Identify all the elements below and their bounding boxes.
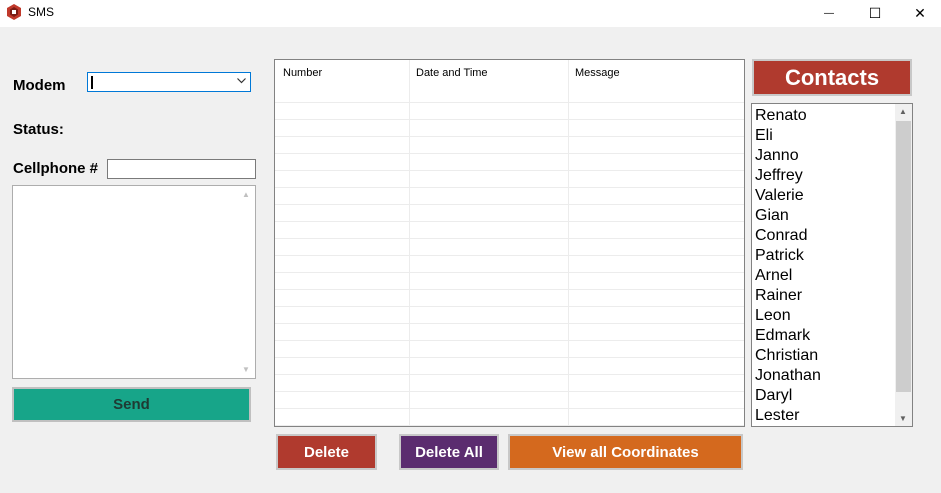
- sms-app-icon: [7, 4, 21, 20]
- contacts-button[interactable]: Contacts: [752, 59, 912, 96]
- contact-item[interactable]: Lester: [755, 406, 821, 426]
- grid-row-divider: [275, 255, 744, 256]
- chevron-down-icon[interactable]: [237, 78, 246, 84]
- delete-all-button[interactable]: Delete All: [399, 434, 499, 470]
- scroll-thumb[interactable]: [896, 121, 911, 392]
- minimize-icon: —: [824, 8, 834, 19]
- grid-row-divider: [275, 391, 744, 392]
- modem-select[interactable]: [87, 72, 251, 92]
- contact-item[interactable]: Arnel: [755, 266, 821, 286]
- contact-item[interactable]: Gian: [755, 206, 821, 226]
- grid-row-divider: [275, 136, 744, 137]
- grid-row-divider: [275, 153, 744, 154]
- status-label: Status:: [13, 121, 64, 138]
- contact-item[interactable]: Valerie: [755, 186, 821, 206]
- view-all-coordinates-button[interactable]: View all Coordinates: [508, 434, 743, 470]
- contacts-scrollbar[interactable]: ▲ ▼: [895, 104, 912, 426]
- scroll-up-icon[interactable]: ▲: [899, 107, 907, 116]
- contact-item[interactable]: Jonathan: [755, 366, 821, 386]
- grid-row-divider: [275, 289, 744, 290]
- grid-row-divider: [275, 102, 744, 103]
- contacts-list: Renato Eli Janno Jeffrey Valerie Gian Conrad Pa…: [755, 106, 821, 426]
- contact-item[interactable]: Leon: [755, 306, 821, 326]
- close-icon: ✕: [914, 5, 926, 21]
- modem-label: Modem: [13, 77, 66, 94]
- grid-row-divider: [275, 306, 744, 307]
- window-title: SMS: [28, 5, 55, 19]
- contact-item[interactable]: Conrad: [755, 226, 821, 246]
- grid-row-divider: [275, 357, 744, 358]
- column-divider: [409, 60, 410, 426]
- column-header-message[interactable]: Message: [575, 67, 620, 79]
- minimize-button[interactable]: —: [806, 0, 852, 27]
- cellphone-input[interactable]: [107, 159, 256, 179]
- send-button[interactable]: Send: [12, 387, 251, 422]
- grid-row-divider: [275, 340, 744, 341]
- message-scrollbar[interactable]: ▲ ▼: [238, 186, 255, 378]
- delete-button[interactable]: Delete: [276, 434, 377, 470]
- column-header-number[interactable]: Number: [283, 67, 322, 79]
- grid-row-divider: [275, 374, 744, 375]
- text-caret: [91, 76, 93, 89]
- grid-row-divider: [275, 323, 744, 324]
- close-button[interactable]: ✕: [897, 0, 941, 27]
- cellphone-label: Cellphone #: [13, 160, 99, 177]
- title-bar: SMS — ☐ ✕: [0, 0, 941, 27]
- contact-item[interactable]: Christian: [755, 346, 821, 366]
- column-header-date-time[interactable]: Date and Time: [416, 67, 488, 79]
- grid-row-divider: [275, 238, 744, 239]
- contact-item[interactable]: Eli: [755, 126, 821, 146]
- scroll-up-icon[interactable]: ▲: [242, 190, 250, 199]
- scroll-down-icon[interactable]: ▼: [899, 414, 907, 423]
- grid-row-divider: [275, 221, 744, 222]
- maximize-button[interactable]: ☐: [852, 0, 898, 27]
- grid-row-divider: [275, 204, 744, 205]
- contact-item[interactable]: Rainer: [755, 286, 821, 306]
- grid-row-divider: [275, 170, 744, 171]
- grid-header: Number Date and Time Message: [275, 60, 744, 102]
- contact-item[interactable]: Janno: [755, 146, 821, 166]
- contact-item[interactable]: Patrick: [755, 246, 821, 266]
- messages-grid[interactable]: Number Date and Time Message: [274, 59, 745, 427]
- grid-row-divider: [275, 272, 744, 273]
- grid-row-divider: [275, 187, 744, 188]
- column-divider: [568, 60, 569, 426]
- grid-row-divider: [275, 425, 744, 426]
- contact-item[interactable]: Jeffrey: [755, 166, 821, 186]
- contact-item[interactable]: Edmark: [755, 326, 821, 346]
- message-textarea[interactable]: ▲ ▼: [12, 185, 256, 379]
- contact-item[interactable]: Daryl: [755, 386, 821, 406]
- scroll-down-icon[interactable]: ▼: [242, 365, 250, 374]
- contact-item[interactable]: Renato: [755, 106, 821, 126]
- contacts-listbox[interactable]: Renato Eli Janno Jeffrey Valerie Gian Conrad Pa…: [751, 103, 913, 427]
- grid-row-divider: [275, 408, 744, 409]
- maximize-icon: ☐: [868, 5, 882, 21]
- grid-row-divider: [275, 119, 744, 120]
